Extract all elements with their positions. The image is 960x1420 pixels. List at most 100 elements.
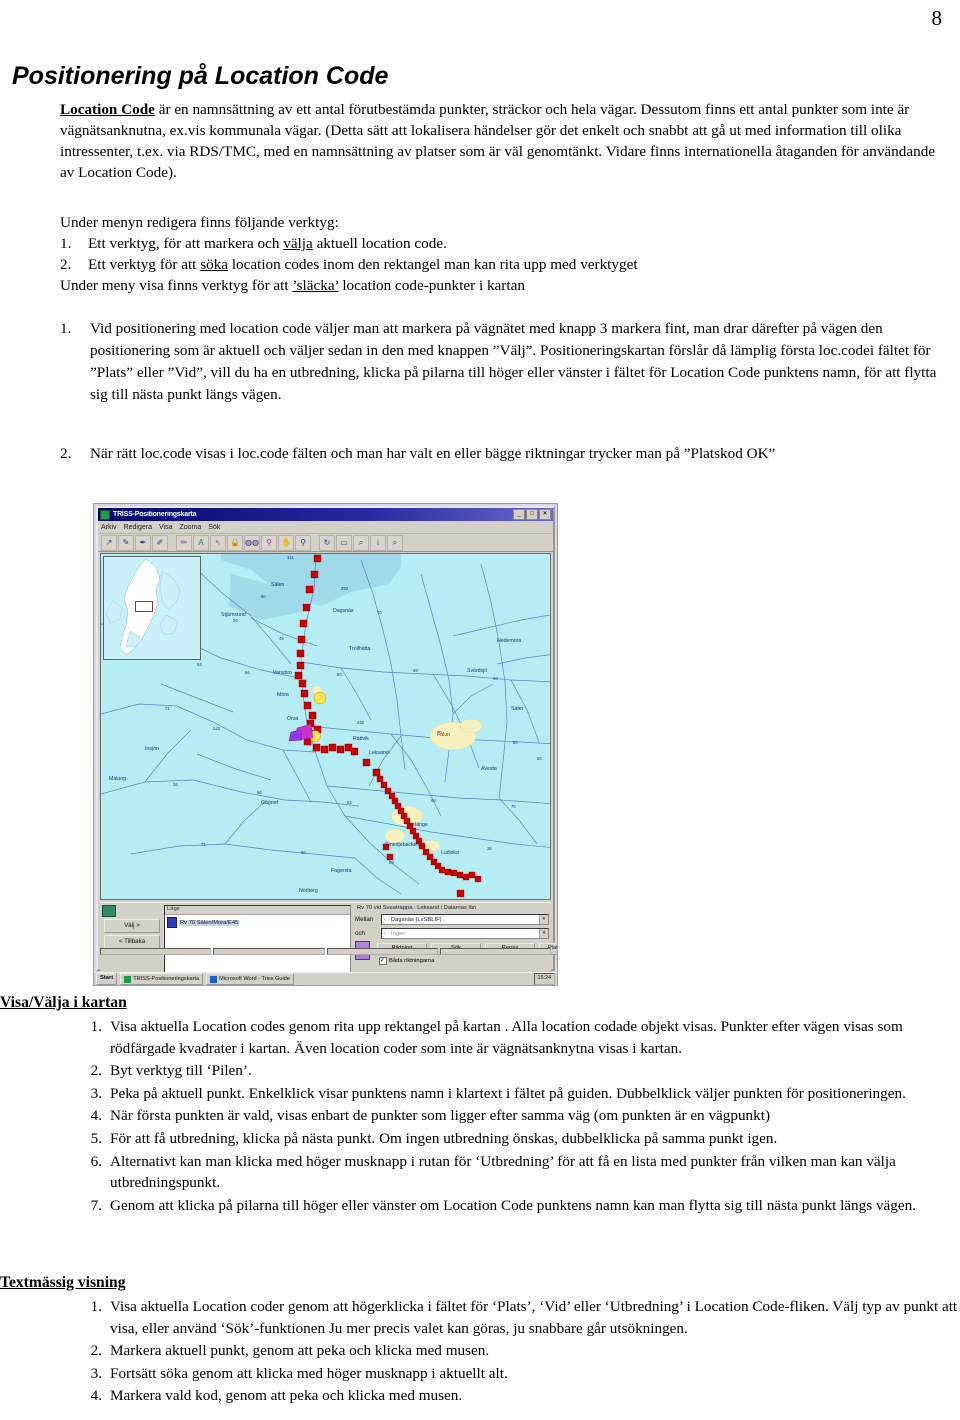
app-window: TRISS-Positioneringskarta _ □ ✕ Arkiv Re… (96, 506, 557, 981)
svg-text:64: 64 (197, 662, 202, 667)
rectangle-zoom-icon[interactable]: ▭ (336, 534, 352, 551)
svg-text:Avesta: Avesta (481, 766, 497, 772)
maximize-icon[interactable]: □ (526, 509, 538, 520)
svg-text:Falun: Falun (437, 732, 450, 738)
tools-item-1: 1. Ett verktyg, för att markera och välja… (60, 234, 940, 255)
prev-arrow-icon[interactable]: ‹ (384, 917, 391, 923)
step-list-1: 1. Vid positionering med location code v… (60, 318, 955, 408)
marker-icon[interactable]: ➴ (210, 534, 226, 551)
item-number: 3. (90, 1084, 102, 1102)
close-icon[interactable]: ✕ (539, 509, 551, 520)
list-item: 2. När rätt loc.code visas i loc.code fä… (60, 443, 955, 465)
checkbox-label: Båda riktningarna (389, 958, 435, 964)
list-item-label: Rv 70 Sälen/Mora/E45 (179, 919, 240, 926)
item-number: 2. (90, 1062, 102, 1080)
menu-item-arkiv[interactable]: Arkiv (101, 524, 117, 531)
pin-icon[interactable]: ⚲ (261, 534, 277, 551)
tools-item-2-underlined: söka (200, 255, 229, 273)
field-och-input[interactable]: ‹ Ingen ▾ (381, 928, 549, 939)
svg-text:Gagnef: Gagnef (261, 800, 279, 806)
bada-riktningarna-checkbox[interactable]: ✓ Båda riktningarna (379, 957, 549, 965)
svg-text:Svärdsjö: Svärdsjö (467, 668, 487, 674)
select-area-icon[interactable]: ✐ (152, 534, 168, 551)
minimize-icon[interactable]: _ (513, 509, 525, 520)
label-icon[interactable]: A (193, 534, 209, 551)
list-item: 2. Byt verktyg till ‘Pilen’. (80, 1060, 960, 1082)
tillbaka-button[interactable]: < Tillbaka (104, 935, 160, 949)
pointer-arrow-icon[interactable]: ↗ (101, 534, 117, 551)
overview-map[interactable] (103, 556, 201, 660)
select-link-icon[interactable]: ✒ (135, 534, 151, 551)
svg-text:Hedemora: Hedemora (497, 638, 521, 644)
svg-text:Norberg: Norberg (299, 888, 318, 894)
document-page: 8 Positionering på Location Code Locatio… (0, 0, 960, 1420)
svg-text:26: 26 (233, 618, 238, 623)
magnifier-icon[interactable]: ⚲ (295, 534, 311, 551)
svg-text:Trollhätta: Trollhätta (349, 646, 371, 652)
item-text: Genom att klicka på pilarna till höger e… (110, 1196, 916, 1214)
taskbar-item-word[interactable]: Microsoft Word - Triss Guide (206, 973, 294, 985)
svg-text:80: 80 (301, 850, 306, 855)
item-text: Peka på aktuell punkt. Enkelklick visar … (110, 1084, 906, 1102)
svg-text:Borlänge: Borlänge (407, 822, 428, 828)
select-node-icon[interactable]: ✎ (118, 534, 134, 551)
tools-item-1-number: 1. (60, 234, 72, 252)
item-number: 1. (90, 1018, 102, 1036)
svg-text:Orsa: Orsa (287, 716, 298, 722)
svg-text:80: 80 (261, 594, 266, 599)
menu-item-sok[interactable]: Sök (208, 524, 220, 531)
svg-text:Malung: Malung (109, 776, 126, 782)
status-cell-1 (100, 948, 212, 955)
field-mellan-value: Dagsnäs (LvSBLIF) (391, 916, 442, 923)
valj-button[interactable]: Välj > (104, 919, 160, 933)
page-number: 8 (931, 6, 943, 30)
word-icon (210, 975, 218, 983)
prev-arrow-icon[interactable]: ‹ (384, 931, 391, 937)
location-code-panel: Välj > < Tillbaka Läge Rv 70 Sälen/Mora/… (100, 902, 557, 981)
pan-rotate-icon[interactable]: ↻ (319, 534, 335, 551)
chevron-down-icon[interactable]: ▾ (539, 929, 548, 938)
zoom-in-icon[interactable]: ⌕ (353, 534, 369, 551)
checkbox-box[interactable]: ✓ (379, 957, 387, 965)
tools-item-2-post: location codes inom den rektangel man ka… (228, 255, 638, 273)
page-title: Positionering på Location Code (12, 62, 389, 90)
menu-item-zooma[interactable]: Zooma (179, 524, 201, 531)
list-item: 3. Fortsätt söka genom att klicka med hög… (80, 1363, 960, 1385)
step-1-text: Vid positionering med location code välj… (90, 320, 937, 404)
list-item: 3. Peka på aktuell punkt. Enkelklick visa… (80, 1083, 960, 1105)
find-icon[interactable]: ⌕ (387, 534, 403, 551)
pen-icon[interactable]: ✏ (176, 534, 192, 551)
overview-viewport-rect[interactable] (135, 601, 153, 612)
field-mellan-input[interactable]: ‹ Dagsnäs (LvSBLIF) ▾ (381, 914, 549, 925)
item-text: Visa aktuella Location coder genom att h… (110, 1298, 958, 1337)
window-controls: _ □ ✕ (513, 509, 551, 520)
menu-item-visa[interactable]: Visa (159, 524, 173, 531)
system-tray-clock[interactable]: 15:24 (533, 973, 555, 985)
svg-text:50: 50 (513, 740, 518, 745)
windows-taskbar: Start TRISS-Positioneringskarta Microsof… (94, 972, 557, 985)
svg-text:Leksand: Leksand (369, 750, 389, 756)
location-list[interactable]: Läge Rv 70 Sälen/Mora/E45 (164, 905, 351, 981)
svg-text:243: 243 (213, 726, 221, 731)
svg-text:71: 71 (165, 706, 170, 711)
svg-text:69: 69 (389, 860, 394, 865)
menu-item-redigera[interactable]: Redigera (124, 524, 152, 531)
info-icon[interactable]: i (370, 534, 386, 551)
svg-text:Vansbro: Vansbro (273, 670, 292, 676)
map-canvas[interactable]: 311 80 26 45 293 70 64 66 50 69 68 71 243 245 7… (100, 553, 551, 900)
hand-icon[interactable]: ✋ (278, 534, 294, 551)
svg-text:68: 68 (493, 676, 498, 681)
taskbar-item-triss[interactable]: TRISS-Positioneringskarta (120, 973, 204, 985)
binoculars-icon[interactable]: ◍◍ (244, 534, 260, 551)
svg-text:245: 245 (357, 720, 365, 725)
intro-paragraph: Location Code är en namnsättning av ett … (60, 100, 940, 184)
lock-icon[interactable]: 🔒 (227, 534, 243, 551)
chevron-down-icon[interactable]: ▾ (539, 915, 548, 924)
list-item[interactable]: Rv 70 Sälen/Mora/E45 (165, 915, 350, 930)
start-button[interactable]: Start (96, 973, 118, 985)
svg-text:68: 68 (431, 798, 436, 803)
window-title: TRISS-Positioneringskarta (113, 511, 197, 518)
svg-text:26: 26 (487, 846, 492, 851)
svg-text:26: 26 (173, 782, 178, 787)
app-icon (100, 509, 110, 520)
